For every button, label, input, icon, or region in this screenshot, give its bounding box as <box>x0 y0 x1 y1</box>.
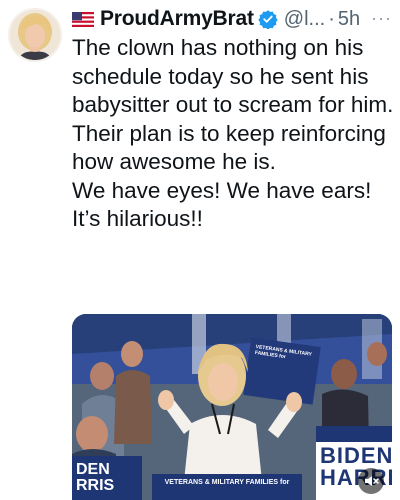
post-header: ProudArmyBrat @l... · 5h ··· <box>72 6 392 32</box>
us-flag-icon <box>72 11 94 27</box>
mute-button[interactable] <box>358 468 384 494</box>
post-paragraph: We have eyes! We have ears! It’s hilario… <box>72 177 372 232</box>
user-handle[interactable]: @l... <box>284 8 325 31</box>
post-text: The clown has nothing on his schedule to… <box>72 34 394 234</box>
avatar[interactable] <box>8 8 62 62</box>
post-paragraph: The clown has nothing on his schedule to… <box>72 35 394 117</box>
more-options-icon[interactable]: ··· <box>371 8 392 29</box>
avatar-photo <box>10 10 60 60</box>
sign-text-left-bottom: DEN RRIS <box>76 461 115 494</box>
display-name[interactable]: ProudArmyBrat <box>100 7 254 31</box>
speaker-muted-icon <box>365 476 379 486</box>
separator-dot: · <box>328 7 335 30</box>
verified-badge-icon <box>258 10 278 29</box>
post-timestamp[interactable]: 5h <box>338 8 360 31</box>
sign-text-podium: VETERANS & MILITARY FAMILIES for <box>164 479 290 486</box>
post-paragraph: Their plan is to keep reinforcing how aw… <box>72 120 386 175</box>
video-player[interactable]: VETERANS & MILITARY FAMILIES for BIDEN H… <box>72 314 392 500</box>
